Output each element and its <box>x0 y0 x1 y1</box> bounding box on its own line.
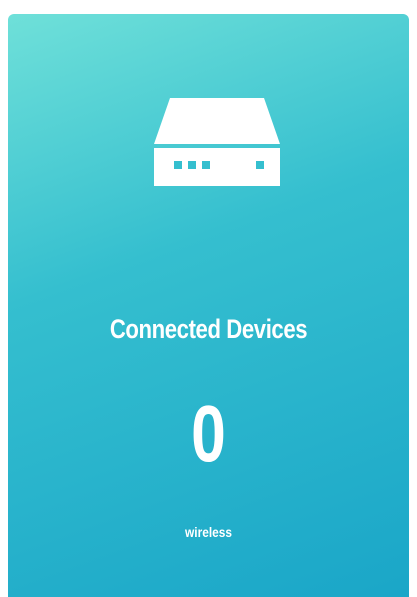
connection-type-label: wireless <box>185 524 232 540</box>
card-title: Connected Devices <box>109 314 308 344</box>
connected-devices-card[interactable]: Connected Devices 0 wireless <box>8 14 409 597</box>
router-icon <box>152 96 282 188</box>
device-count: 0 <box>191 389 226 478</box>
